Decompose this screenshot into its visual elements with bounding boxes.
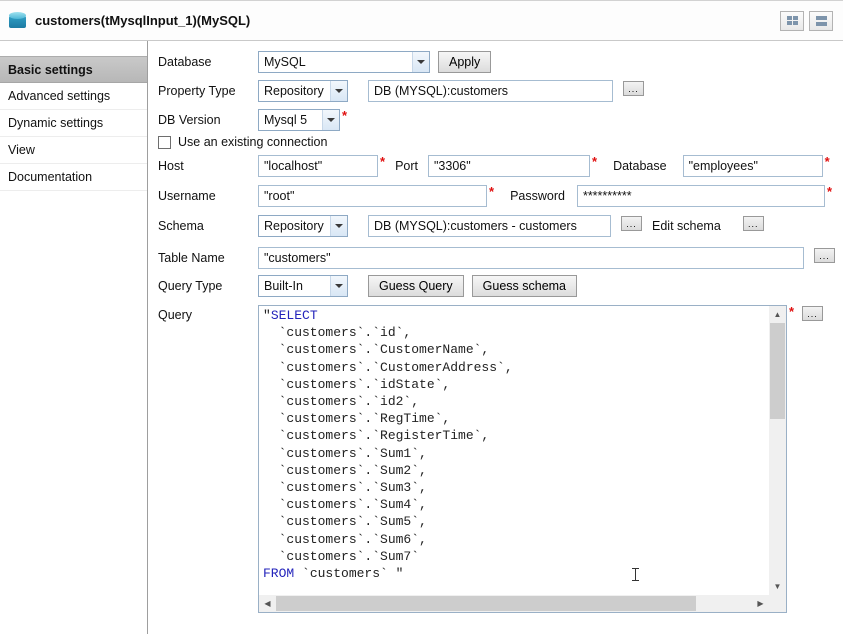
chevron-down-icon[interactable] — [412, 52, 429, 72]
db-version-value: Mysql 5 — [264, 113, 307, 127]
query-row: Query "SELECT `customers`.`id`, `custome… — [158, 305, 835, 613]
scroll-down-icon[interactable] — [769, 578, 786, 595]
database-type-row: Database MySQL Apply — [158, 51, 835, 73]
horizontal-scroll-thumb[interactable] — [276, 596, 696, 611]
database-name-label: Database — [613, 159, 667, 173]
property-repository-field[interactable]: DB (MYSQL):customers — [368, 80, 613, 102]
username-label: Username — [158, 189, 258, 203]
required-marker: * — [789, 305, 794, 319]
username-field[interactable]: "root" — [258, 185, 487, 207]
chevron-down-icon[interactable] — [322, 110, 339, 130]
required-marker: * — [380, 155, 385, 169]
restore-view-button[interactable] — [809, 11, 833, 31]
required-marker: * — [825, 155, 830, 169]
table-name-label: Table Name — [158, 251, 258, 265]
password-label: Password — [510, 189, 565, 203]
sidebar-item-documentation[interactable]: Documentation — [0, 164, 147, 191]
query-editor[interactable]: "SELECT `customers`.`id`, `customers`.`C… — [258, 305, 787, 613]
query-text[interactable]: "SELECT `customers`.`id`, `customers`.`C… — [263, 307, 768, 594]
username-row: Username "root" * Password ********** * — [158, 185, 835, 207]
schema-mode: Repository — [264, 219, 324, 233]
database-type-label: Database — [158, 55, 258, 69]
query-type-row: Query Type Built-In Guess Query Guess sc… — [158, 275, 835, 297]
password-field[interactable]: ********** — [577, 185, 825, 207]
required-marker: * — [489, 185, 494, 199]
required-marker: * — [592, 155, 597, 169]
schema-repository-value: DB (MYSQL):customers - customers — [374, 219, 577, 233]
table-name-browse-button[interactable]: ... — [814, 248, 835, 263]
vertical-scrollbar[interactable] — [769, 306, 786, 595]
component-settings-window: customers(tMysqlInput_1)(MySQL) Basic se… — [0, 0, 843, 634]
query-label: Query — [158, 308, 258, 322]
property-type-mode: Repository — [264, 84, 324, 98]
property-type-row: Property Type Repository DB (MYSQL):cust… — [158, 80, 835, 102]
existing-connection-row: Use an existing connection — [158, 135, 835, 149]
edit-schema-button[interactable]: ... — [743, 216, 764, 231]
use-existing-connection-checkbox[interactable] — [158, 136, 171, 149]
database-icon — [9, 16, 26, 28]
table-name-field[interactable]: "customers" — [258, 247, 804, 269]
component-title: customers(tMysqlInput_1)(MySQL) — [35, 13, 250, 28]
required-marker: * — [827, 185, 832, 199]
host-value: "localhost" — [264, 159, 322, 173]
table-name-value: "customers" — [264, 251, 331, 265]
query-browse-button[interactable]: ... — [802, 306, 823, 321]
database-type-select[interactable]: MySQL — [258, 51, 430, 73]
port-value: "3306" — [434, 159, 471, 173]
host-row: Host "localhost" * Port "3306" * Databas… — [158, 155, 835, 177]
property-browse-button[interactable]: ... — [623, 81, 644, 96]
database-name-field[interactable]: "employees" — [683, 155, 823, 177]
use-existing-connection-label: Use an existing connection — [178, 135, 327, 149]
port-field[interactable]: "3306" — [428, 155, 590, 177]
required-marker: * — [342, 109, 347, 123]
database-name-value: "employees" — [689, 159, 758, 173]
scrollbar-corner — [769, 595, 786, 612]
sidebar-item-dynamic-settings[interactable]: Dynamic settings — [0, 110, 147, 137]
guess-query-button[interactable]: Guess Query — [368, 275, 464, 297]
schema-label: Schema — [158, 219, 258, 233]
scroll-right-icon[interactable] — [752, 595, 769, 612]
horizontal-scrollbar[interactable] — [259, 595, 769, 612]
vertical-scroll-thumb[interactable] — [770, 323, 785, 419]
query-type-label: Query Type — [158, 279, 258, 293]
table-name-row: Table Name "customers" ... — [158, 247, 835, 269]
grid-layout-icon — [787, 16, 798, 25]
scroll-up-icon[interactable] — [769, 306, 786, 323]
host-field[interactable]: "localhost" — [258, 155, 378, 177]
schema-repository-field[interactable]: DB (MYSQL):customers - customers — [368, 215, 611, 237]
apply-button[interactable]: Apply — [438, 51, 491, 73]
property-type-select[interactable]: Repository — [258, 80, 348, 102]
header-actions — [780, 11, 833, 31]
edit-schema-label: Edit schema — [652, 219, 721, 233]
basic-settings-panel: Database MySQL Apply Property Type Repos… — [148, 41, 843, 634]
property-repository-value: DB (MYSQL):customers — [374, 84, 508, 98]
sidebar-item-view[interactable]: View — [0, 137, 147, 164]
db-version-label: DB Version — [158, 113, 258, 127]
chevron-down-icon[interactable] — [330, 216, 347, 236]
sidebar-item-advanced-settings[interactable]: Advanced settings — [0, 83, 147, 110]
chevron-down-icon[interactable] — [330, 276, 347, 296]
query-type-select[interactable]: Built-In — [258, 275, 348, 297]
rows-layout-icon — [816, 16, 827, 26]
text-cursor — [635, 568, 636, 581]
property-type-label: Property Type — [158, 84, 258, 98]
schema-type-select[interactable]: Repository — [258, 215, 348, 237]
component-header: customers(tMysqlInput_1)(MySQL) — [0, 1, 843, 41]
sidebar-item-basic-settings[interactable]: Basic settings — [0, 56, 147, 83]
query-type-value: Built-In — [264, 279, 303, 293]
schema-row: Schema Repository DB (MYSQL):customers -… — [158, 215, 835, 237]
username-value: "root" — [264, 189, 294, 203]
maximize-view-button[interactable] — [780, 11, 804, 31]
port-label: Port — [395, 159, 418, 173]
password-value: ********** — [583, 189, 632, 203]
chevron-down-icon[interactable] — [330, 81, 347, 101]
scroll-left-icon[interactable] — [259, 595, 276, 612]
settings-sidebar: Basic settings Advanced settings Dynamic… — [0, 41, 148, 634]
host-label: Host — [158, 159, 258, 173]
database-type-value: MySQL — [264, 55, 306, 69]
schema-browse-button[interactable]: ... — [621, 216, 642, 231]
db-version-select[interactable]: Mysql 5 — [258, 109, 340, 131]
guess-schema-button[interactable]: Guess schema — [472, 275, 577, 297]
db-version-row: DB Version Mysql 5 * — [158, 109, 835, 131]
